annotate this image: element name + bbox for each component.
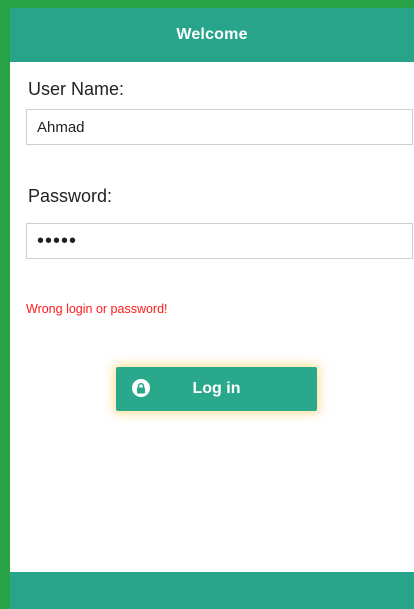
header-bar: Welcome [10,0,414,62]
password-input[interactable]: ••••• [26,223,413,259]
page-title: Welcome [176,26,248,43]
footer-bar [10,572,414,609]
login-form: User Name: Ahmad Password: ••••• Wrong l… [10,62,414,572]
username-label: User Name: [28,79,125,99]
login-button[interactable]: Log in [116,367,317,411]
password-label: Password: [28,186,113,206]
username-input[interactable]: Ahmad [26,109,413,145]
error-message: Wrong login or password! [26,302,168,316]
app-window: Welcome User Name: Ahmad Password: •••••… [0,0,414,609]
login-button-label: Log in [192,380,241,397]
